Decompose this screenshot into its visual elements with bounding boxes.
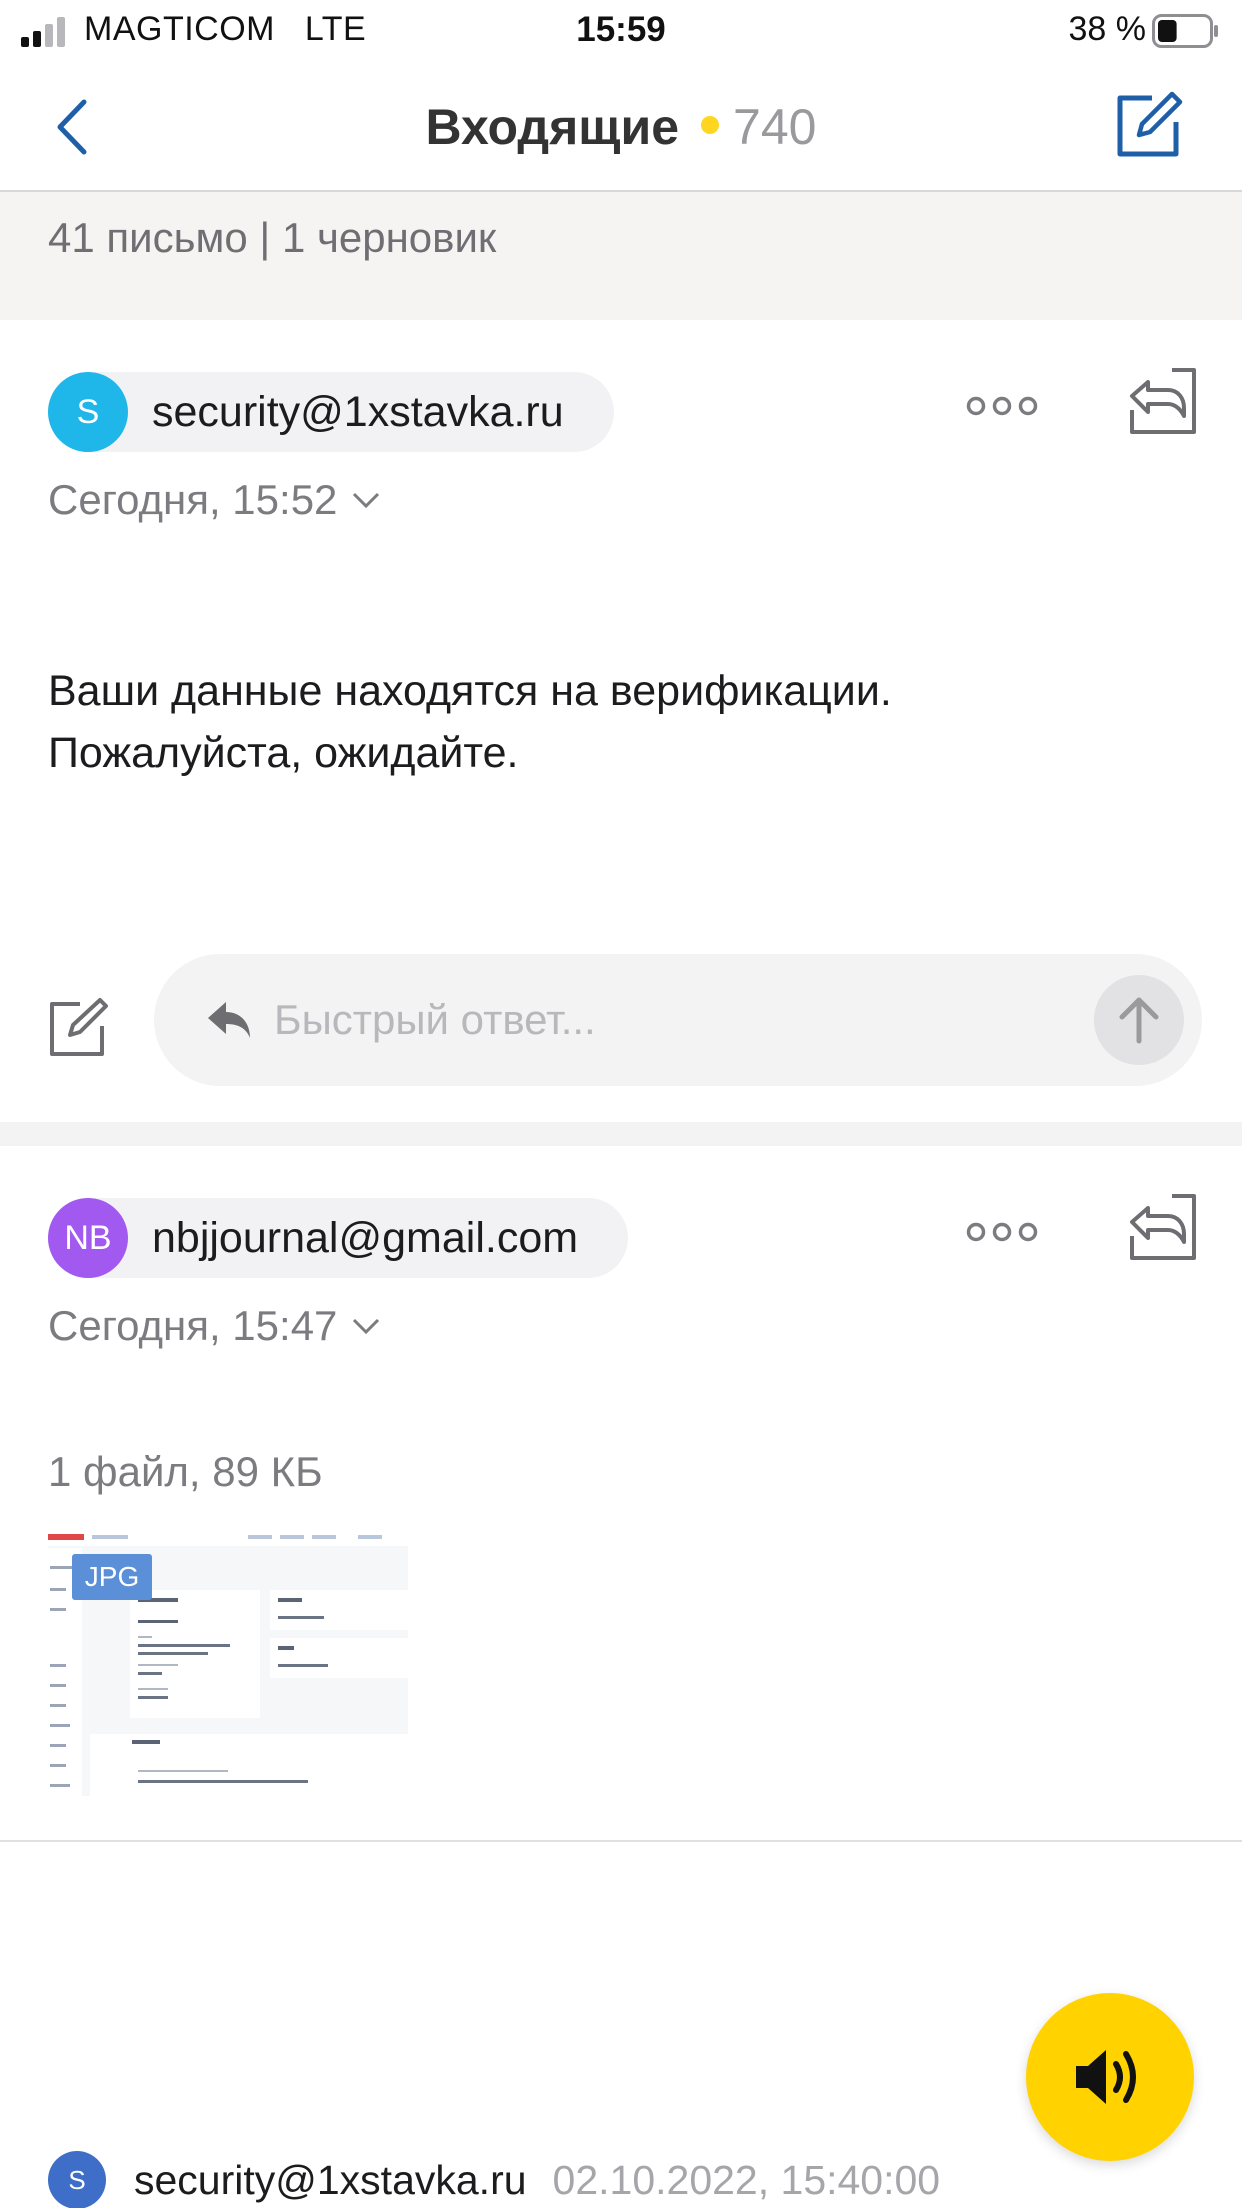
status-bar: MAGTICOM LTE 15:59 38 %	[0, 0, 1242, 62]
file-type-badge: JPG	[72, 1554, 152, 1600]
message-date[interactable]: Сегодня, 15:52	[48, 476, 381, 524]
reply-arrow-icon	[208, 1002, 250, 1038]
edit-reply-icon[interactable]	[46, 996, 110, 1060]
attachment-thumbnail[interactable]: JPG	[48, 1528, 408, 1796]
quick-reply-input[interactable]	[274, 990, 994, 1050]
sender-email: security@1xstavka.ru	[152, 387, 564, 436]
nav-bar: Входящие 740	[0, 62, 1242, 192]
message-card: NB nbjjournal@gmail.com Сегодня, 15:47 1…	[0, 1146, 1242, 1842]
message-body-line: Ваши данные находятся на верификации.	[48, 667, 892, 715]
reply-icon[interactable]	[1128, 366, 1198, 436]
battery-icon	[1152, 14, 1218, 48]
avatar: S	[48, 2151, 106, 2208]
speaker-icon	[1076, 2050, 1136, 2104]
nav-title-group: Входящие 740	[0, 98, 1242, 156]
page-title: Входящие	[425, 99, 680, 155]
message-date[interactable]: Сегодня, 15:47	[48, 1302, 381, 1350]
message-date-label: 02.10.2022, 15:40:00	[552, 2156, 941, 2203]
more-options-icon[interactable]	[966, 1214, 1038, 1250]
battery-percent: 38 %	[1068, 10, 1147, 48]
quick-reply-bar	[154, 954, 1202, 1086]
message-body: Ваши данные находятся на верификации. По…	[48, 660, 1198, 784]
arrow-up-icon	[1119, 997, 1159, 1044]
reply-icon[interactable]	[1128, 1192, 1198, 1262]
send-button[interactable]	[1094, 975, 1184, 1065]
unread-dot-icon	[701, 116, 720, 134]
unread-count: 740	[733, 99, 817, 155]
avatar: NB	[48, 1198, 128, 1278]
message-card: S security@1xstavka.ru Сегодня, 15:52 Ва…	[0, 320, 1242, 1122]
message-body-line: Пожалуйста, ожидайте.	[48, 729, 519, 777]
message-separator	[0, 1122, 1242, 1146]
status-clock: 15:59	[576, 10, 666, 49]
chevron-down-icon	[353, 1318, 380, 1335]
sender-chip[interactable]: S security@1xstavka.ru	[48, 372, 614, 452]
sender-chip[interactable]: NB nbjjournal@gmail.com	[48, 1198, 629, 1278]
collapsed-message-row[interactable]: S security@1xstavka.ru 02.10.2022, 15:40…	[48, 2150, 940, 2208]
sender-email: security@1xstavka.ru	[134, 2156, 527, 2203]
message-date-label: Сегодня, 15:47	[48, 1302, 338, 1349]
attachments-summary: 1 файл, 89 КБ	[48, 1448, 323, 1495]
read-aloud-button[interactable]	[1026, 1993, 1194, 2161]
message-date-label: Сегодня, 15:52	[48, 476, 338, 523]
avatar: S	[48, 372, 128, 452]
thread-summary: 41 письмо | 1 черновик	[0, 192, 1242, 320]
sender-email: nbjjournal@gmail.com	[152, 1213, 579, 1262]
thread-summary-text: 41 письмо | 1 черновик	[48, 214, 497, 261]
more-options-icon[interactable]	[966, 388, 1038, 424]
chevron-down-icon	[353, 492, 380, 509]
compose-icon[interactable]	[1112, 90, 1184, 162]
